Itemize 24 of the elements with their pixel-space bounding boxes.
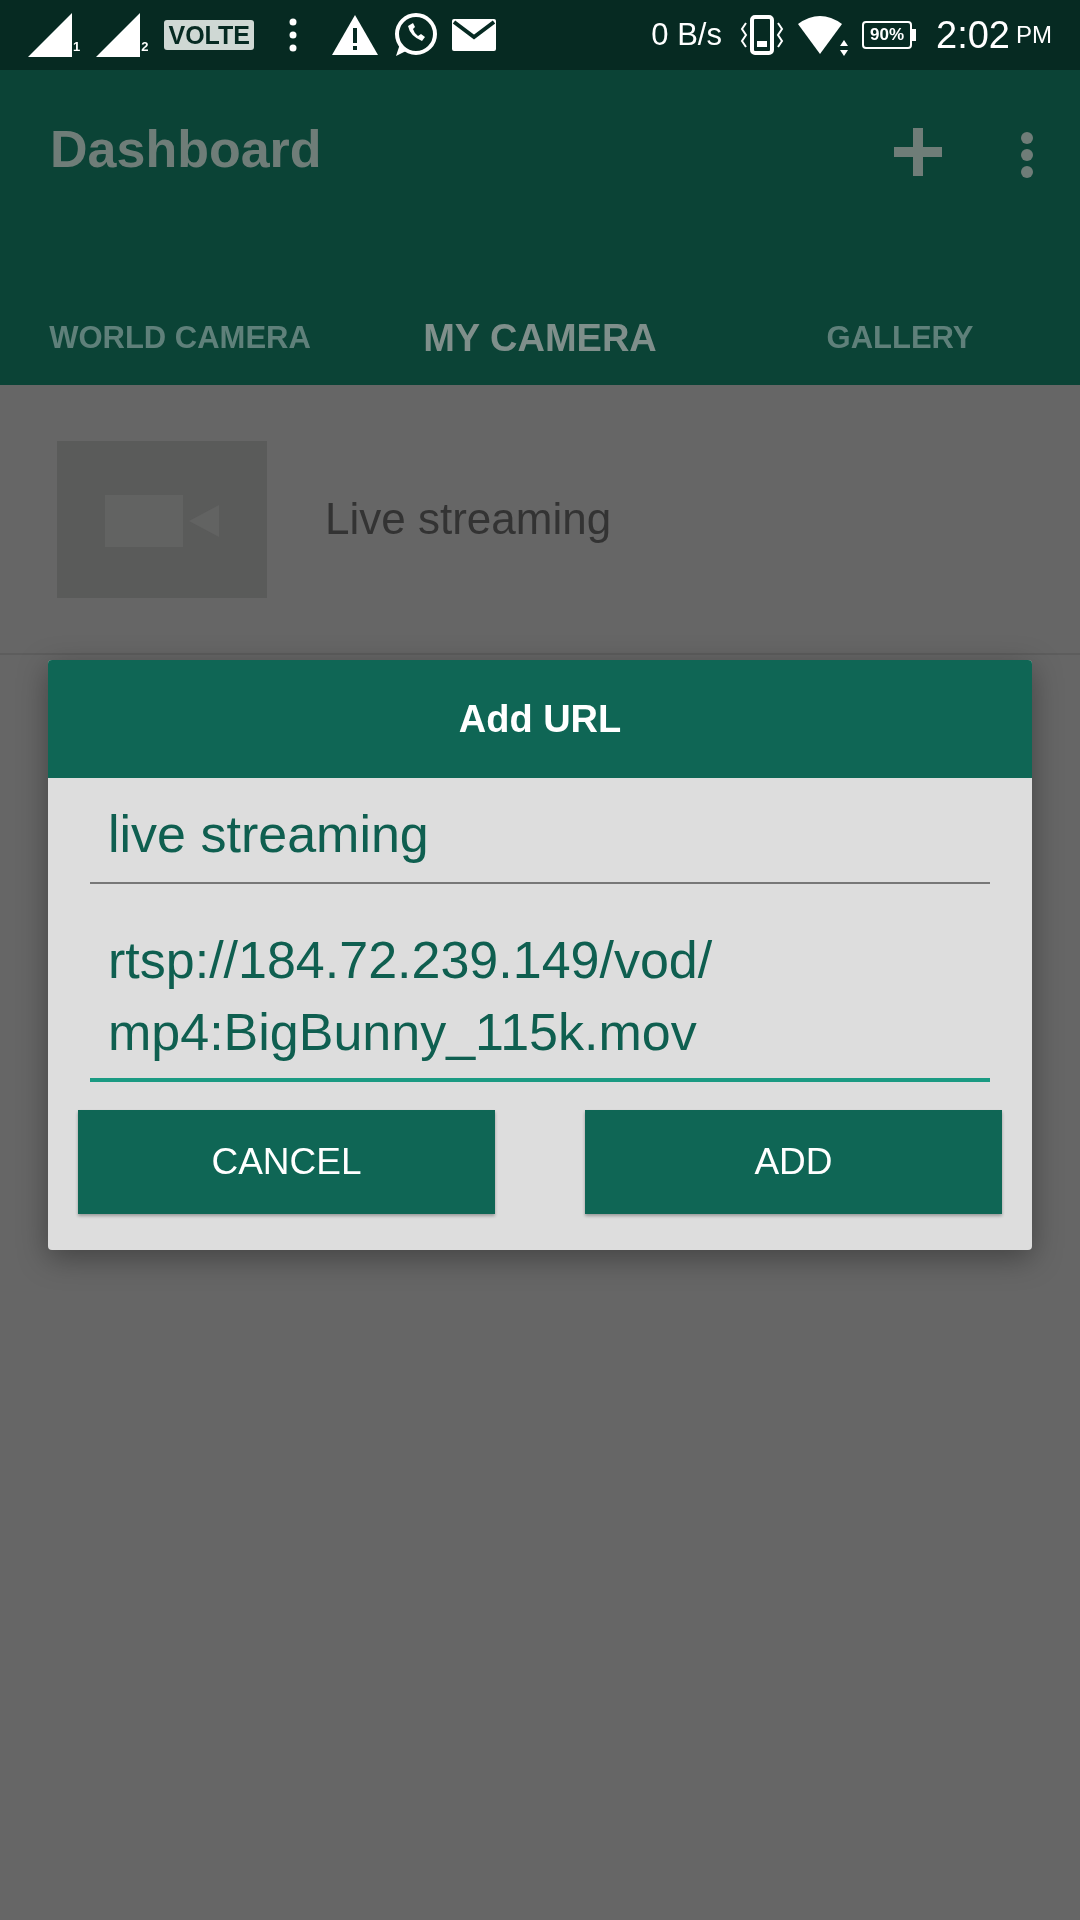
dialog-title: Add URL: [48, 660, 1032, 778]
battery-tip-icon: [912, 29, 917, 41]
tab[interactable]: MY CAMERA: [360, 288, 720, 388]
input-field[interactable]: live streaming: [90, 798, 990, 884]
plus-icon: [894, 128, 942, 176]
clock: 2:02: [936, 12, 1010, 58]
signal-icon: [28, 13, 72, 57]
vibrate-icon: [740, 13, 784, 57]
network-speed: 0 B/s: [651, 15, 722, 54]
clock-period: PM: [1016, 20, 1052, 50]
mail-icon: [451, 19, 496, 51]
sim-label: 2: [141, 37, 149, 56]
wifi-icon: [798, 14, 848, 56]
battery-indicator: 90%: [862, 21, 913, 49]
dialog-button[interactable]: CANCEL: [78, 1110, 495, 1214]
warning-icon: [331, 15, 378, 55]
signal-icon: [96, 13, 141, 57]
app-title: Dashboard: [49, 119, 322, 180]
more-icon: [1020, 132, 1034, 178]
more-icon: [287, 18, 298, 52]
volte-label: VOLTE: [164, 20, 254, 50]
input-field[interactable]: rtsp://184.72.239.149/vod/ mp4:BigBunny_115k.mov: [90, 924, 990, 1082]
sim-label: 1: [73, 37, 81, 56]
dialog-button[interactable]: ADD: [585, 1110, 1002, 1214]
